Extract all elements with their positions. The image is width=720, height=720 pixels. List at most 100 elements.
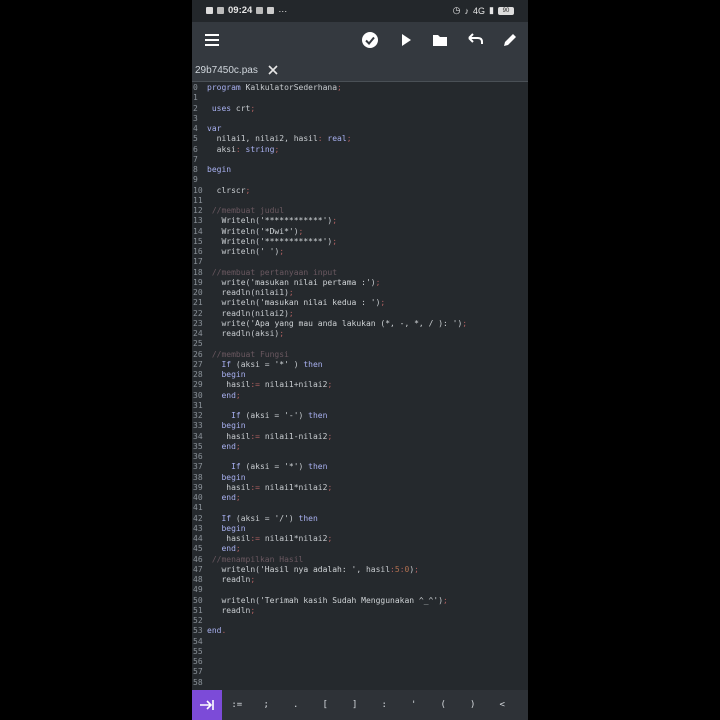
- code-text[interactable]: end;: [207, 391, 240, 401]
- symbol-key[interactable]: :=: [222, 690, 252, 720]
- code-line[interactable]: 3: [192, 114, 528, 124]
- code-line[interactable]: 25: [192, 339, 528, 349]
- tab-key-icon[interactable]: [192, 690, 222, 720]
- code-text[interactable]: writeln('masukan nilai kedua : ');: [207, 298, 385, 308]
- code-text[interactable]: Writeln('************');: [207, 216, 337, 226]
- code-text[interactable]: end;: [207, 442, 240, 452]
- code-line[interactable]: 44 hasil:= nilai1*nilai2;: [192, 534, 528, 544]
- code-text[interactable]: Writeln('*Dwi*');: [207, 227, 303, 237]
- code-line[interactable]: 21 writeln('masukan nilai kedua : ');: [192, 298, 528, 308]
- code-line[interactable]: 39 hasil:= nilai1*nilai2;: [192, 483, 528, 493]
- code-line[interactable]: 16 writeln(' ');: [192, 247, 528, 257]
- code-line[interactable]: 2 uses crt;: [192, 104, 528, 114]
- close-icon[interactable]: [266, 63, 280, 77]
- file-tab[interactable]: 29b7450c.pas: [192, 58, 280, 82]
- code-line[interactable]: 54: [192, 637, 528, 647]
- run-play-icon[interactable]: [396, 30, 416, 50]
- code-text[interactable]: program KalkulatorSederhana;: [207, 83, 342, 93]
- code-text[interactable]: writeln(' ');: [207, 247, 284, 257]
- code-line[interactable]: 17: [192, 257, 528, 267]
- code-line[interactable]: 6 aksi: string;: [192, 145, 528, 155]
- code-line[interactable]: 43 begin: [192, 524, 528, 534]
- code-line[interactable]: 11: [192, 196, 528, 206]
- code-text[interactable]: clrscr;: [207, 186, 251, 196]
- code-line[interactable]: 14 Writeln('*Dwi*');: [192, 227, 528, 237]
- code-line[interactable]: 57: [192, 667, 528, 677]
- code-line[interactable]: 13 Writeln('************');: [192, 216, 528, 226]
- code-text[interactable]: write('Apa yang mau anda lakukan (*, -, …: [207, 319, 467, 329]
- code-text[interactable]: If (aksi = '*' ) then: [207, 360, 322, 370]
- code-line[interactable]: 49: [192, 585, 528, 595]
- symbol-key[interactable]: .: [281, 690, 311, 720]
- code-line[interactable]: 51 readln;: [192, 606, 528, 616]
- code-line[interactable]: 15 Writeln('************');: [192, 237, 528, 247]
- code-line[interactable]: 46 //menampilkan Hasil: [192, 555, 528, 565]
- code-text[interactable]: readln(aksi);: [207, 329, 284, 339]
- code-text[interactable]: If (aksi = '/') then: [207, 514, 317, 524]
- code-line[interactable]: 37 If (aksi = '*') then: [192, 462, 528, 472]
- symbol-key[interactable]: ': [399, 690, 429, 720]
- code-text[interactable]: readln;: [207, 575, 255, 585]
- code-line[interactable]: 30 end;: [192, 391, 528, 401]
- code-text[interactable]: hasil:= nilai1*nilai2;: [207, 483, 332, 493]
- code-text[interactable]: If (aksi = '-') then: [207, 411, 327, 421]
- symbol-key[interactable]: ]: [340, 690, 370, 720]
- code-line[interactable]: 48 readln;: [192, 575, 528, 585]
- symbol-key[interactable]: (: [429, 690, 459, 720]
- code-text[interactable]: end;: [207, 544, 240, 554]
- code-line[interactable]: 28 begin: [192, 370, 528, 380]
- file-tab-name[interactable]: 29b7450c.pas: [195, 65, 258, 76]
- code-line[interactable]: 5 nilai1, nilai2, hasil: real;: [192, 134, 528, 144]
- code-line[interactable]: 50 writeln('Terimah kasih Sudah Mengguna…: [192, 596, 528, 606]
- code-text[interactable]: end.: [207, 626, 226, 636]
- code-text[interactable]: Writeln('************');: [207, 237, 337, 247]
- code-line[interactable]: 47 writeln('Hasil nya adalah: ', hasil:5…: [192, 565, 528, 575]
- symbol-key[interactable]: ): [458, 690, 488, 720]
- code-line[interactable]: 23 write('Apa yang mau anda lakukan (*, …: [192, 319, 528, 329]
- code-line[interactable]: 22 readln(nilai2);: [192, 309, 528, 319]
- code-line[interactable]: 41: [192, 503, 528, 513]
- code-line[interactable]: 7: [192, 155, 528, 165]
- code-line[interactable]: 34 hasil:= nilai1-nilai2;: [192, 432, 528, 442]
- code-line[interactable]: 40 end;: [192, 493, 528, 503]
- code-text[interactable]: readln;: [207, 606, 255, 616]
- code-line[interactable]: 26 //membuat Fungsi: [192, 350, 528, 360]
- code-text[interactable]: hasil:= nilai1*nilai2;: [207, 534, 332, 544]
- code-line[interactable]: 8 begin: [192, 165, 528, 175]
- code-text[interactable]: If (aksi = '*') then: [207, 462, 327, 472]
- code-text[interactable]: aksi: string;: [207, 145, 280, 155]
- menu-icon[interactable]: [202, 30, 222, 50]
- code-line[interactable]: 1: [192, 93, 528, 103]
- code-line[interactable]: 42 If (aksi = '/') then: [192, 514, 528, 524]
- folder-icon[interactable]: [430, 30, 450, 50]
- code-line[interactable]: 31: [192, 401, 528, 411]
- code-text[interactable]: uses crt;: [207, 104, 255, 114]
- code-line[interactable]: 56: [192, 657, 528, 667]
- code-text[interactable]: begin: [207, 370, 245, 380]
- code-text[interactable]: writeln('Hasil nya adalah: ', hasil:5:0)…: [207, 565, 419, 575]
- code-text[interactable]: begin: [207, 165, 231, 175]
- code-line[interactable]: 4 var: [192, 124, 528, 134]
- undo-icon[interactable]: [465, 30, 485, 50]
- code-text[interactable]: writeln('Terimah kasih Sudah Menggunakan…: [207, 596, 447, 606]
- code-line[interactable]: 9: [192, 175, 528, 185]
- code-line[interactable]: 38 begin: [192, 473, 528, 483]
- edit-pencil-icon[interactable]: [500, 30, 520, 50]
- code-line[interactable]: 45 end;: [192, 544, 528, 554]
- compile-check-icon[interactable]: [360, 30, 380, 50]
- symbol-key[interactable]: <: [488, 690, 518, 720]
- code-text[interactable]: //membuat pertanyaan input: [207, 268, 337, 278]
- code-line[interactable]: 53 end.: [192, 626, 528, 636]
- code-line[interactable]: 0 program KalkulatorSederhana;: [192, 83, 528, 93]
- code-line[interactable]: 20 readln(nilai1);: [192, 288, 528, 298]
- code-line[interactable]: 19 write('masukan nilai pertama :');: [192, 278, 528, 288]
- code-text[interactable]: nilai1, nilai2, hasil: real;: [207, 134, 352, 144]
- code-text[interactable]: end;: [207, 493, 240, 503]
- code-line[interactable]: 12 //membuat judul: [192, 206, 528, 216]
- code-text[interactable]: var: [207, 124, 221, 134]
- code-text[interactable]: //membuat Fungsi: [207, 350, 289, 360]
- code-line[interactable]: 55: [192, 647, 528, 657]
- code-line[interactable]: 10 clrscr;: [192, 186, 528, 196]
- code-text[interactable]: readln(nilai2);: [207, 309, 293, 319]
- code-line[interactable]: 35 end;: [192, 442, 528, 452]
